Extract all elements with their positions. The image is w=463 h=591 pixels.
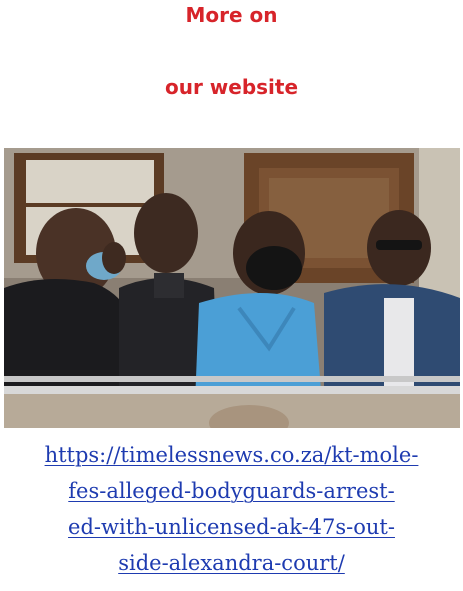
link-line-2[interactable]: fes-alleged-bodyguards-arrest- (0, 473, 463, 509)
courtroom-photo (4, 148, 460, 428)
link-line-1[interactable]: https://timelessnews.co.za/kt-mole- (0, 437, 463, 473)
link-line-4[interactable]: side-alexandra-court/ (0, 545, 463, 581)
headline-line-1: More on (185, 3, 278, 27)
link-line-3[interactable]: ed-with-unlicensed-ak-47s-out- (0, 509, 463, 545)
article-link[interactable]: https://timelessnews.co.za/kt-mole- fes-… (0, 437, 463, 581)
headline-line-2: our website (164, 75, 299, 99)
